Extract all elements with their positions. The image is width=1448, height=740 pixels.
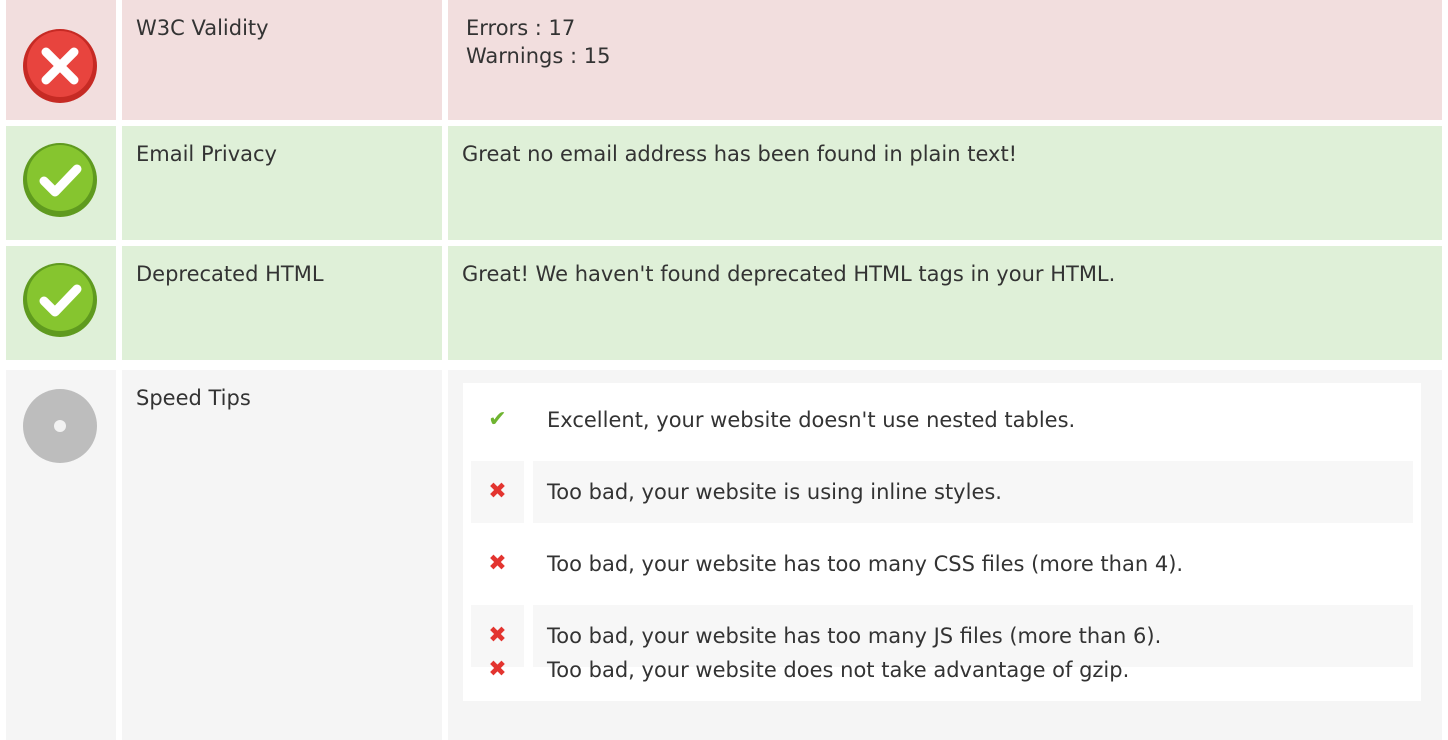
- speed-tips-row: Speed Tips ✔ Excellent, your website doe…: [0, 370, 1448, 740]
- error-x-icon: [21, 27, 99, 109]
- speed-tip-item: ✔ Excellent, your website doesn't use ne…: [471, 389, 1413, 451]
- x-icon: ✖: [488, 551, 507, 576]
- speed-tip-text: Too bad, your website is using inline st…: [533, 461, 1413, 523]
- email-privacy-value: Great no email address has been found in…: [448, 126, 1442, 240]
- row-label: Deprecated HTML: [122, 246, 442, 360]
- x-icon: ✖: [471, 461, 524, 523]
- row-label: Email Privacy: [122, 126, 442, 240]
- status-icon-cell: [6, 126, 116, 240]
- speed-tip-text: Excellent, your website doesn't use nest…: [547, 408, 1076, 432]
- neutral-dot-icon: [21, 387, 99, 469]
- success-check-icon: [21, 141, 99, 223]
- errors-count: Errors : 17: [466, 16, 576, 40]
- status-icon-cell: [6, 0, 116, 120]
- status-icon-cell: [6, 246, 116, 360]
- speed-tips-value: ✔ Excellent, your website doesn't use ne…: [448, 370, 1442, 740]
- speed-tip-item: ✖ Too bad, your website is using inline …: [471, 461, 1413, 523]
- success-check-icon: [21, 261, 99, 343]
- speed-tip-text: Too bad, your website has too many CSS f…: [547, 552, 1184, 576]
- speed-tip-text: Too bad, your website does not take adva…: [547, 658, 1130, 682]
- row-label: W3C Validity: [122, 0, 442, 120]
- speed-tip-item: ✖ Too bad, your website has too many CSS…: [471, 533, 1413, 595]
- email-privacy-row: Email Privacy Great no email address has…: [0, 126, 1448, 240]
- warnings-count: Warnings : 15: [466, 44, 611, 68]
- deprecated-html-value: Great! We haven't found deprecated HTML …: [448, 246, 1442, 360]
- w3c-validity-value: Errors : 17 Warnings : 15: [448, 0, 1442, 120]
- speed-tips-list: ✔ Excellent, your website doesn't use ne…: [463, 383, 1421, 701]
- row-label: Speed Tips: [122, 370, 442, 740]
- speed-tip-item: ✖ Too bad, your website does not take ad…: [471, 639, 1413, 701]
- w3c-validity-row: W3C Validity Errors : 17 Warnings : 15: [0, 0, 1448, 120]
- status-icon-cell: [6, 370, 116, 740]
- x-icon: ✖: [488, 657, 507, 682]
- check-icon: ✔: [488, 407, 507, 432]
- deprecated-html-row: Deprecated HTML Great! We haven't found …: [0, 246, 1448, 360]
